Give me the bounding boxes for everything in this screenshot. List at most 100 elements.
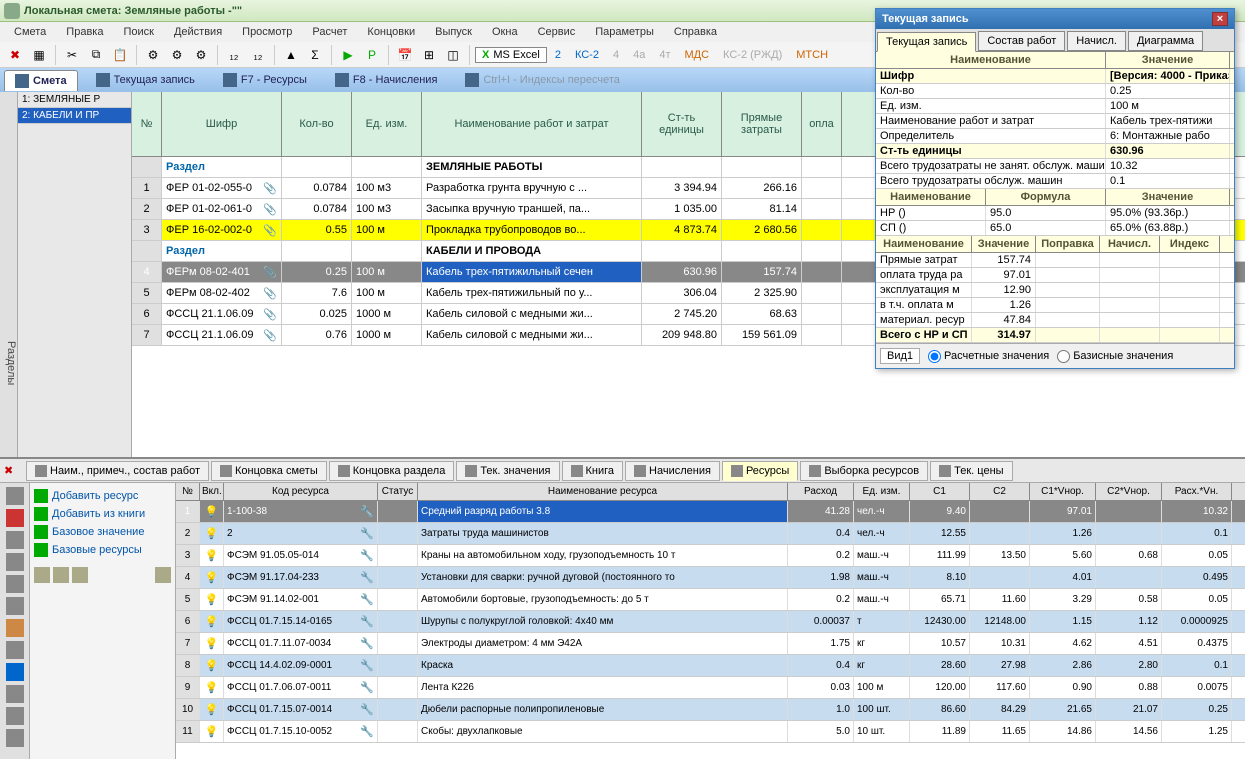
mini-icon[interactable]: [155, 567, 171, 583]
menu-Концовки[interactable]: Концовки: [359, 24, 423, 40]
nav-item[interactable]: 2: КАБЕЛИ И ПР: [18, 108, 131, 124]
menu-Выпуск[interactable]: Выпуск: [427, 24, 480, 40]
detail-row[interactable]: в т.ч. оплата м1.26: [876, 298, 1234, 313]
menu-Действия[interactable]: Действия: [166, 24, 230, 40]
bottom-tab[interactable]: Начисления: [625, 461, 720, 481]
panel-tab[interactable]: Текущая запись: [877, 32, 976, 52]
formula-row[interactable]: СП ()65.065.0% (63.88р.): [876, 221, 1234, 236]
action-link[interactable]: Базовые ресурсы: [34, 541, 171, 559]
side-icon-6[interactable]: [6, 597, 24, 615]
bottom-tab[interactable]: Концовка сметы: [211, 461, 327, 481]
prop-row[interactable]: Определитель6: Монтажные рабо: [876, 129, 1234, 144]
cut-icon[interactable]: ✂: [61, 44, 83, 66]
tab-f7[interactable]: F7 - Ресурсы: [213, 70, 317, 90]
menu-Просмотр[interactable]: Просмотр: [234, 24, 300, 40]
res-header-cell[interactable]: С2*Vнор.: [1096, 483, 1162, 500]
resource-row[interactable]: 1💡1-100-38🔧Средний разряд работы 3.841.2…: [176, 501, 1245, 523]
menu-Расчет[interactable]: Расчет: [304, 24, 355, 40]
res-header-cell[interactable]: Наименование ресурса: [418, 483, 788, 500]
side-icon-3[interactable]: [6, 531, 24, 549]
tool3-icon[interactable]: ⚙: [190, 44, 212, 66]
res-header-cell[interactable]: Код ресурса: [224, 483, 378, 500]
tab-record[interactable]: Текущая запись: [86, 70, 205, 90]
side-icon-5[interactable]: [6, 575, 24, 593]
mini-icon[interactable]: [72, 567, 88, 583]
grid-header-cell[interactable]: Наименование работ и затрат: [422, 92, 642, 156]
bottom-tab[interactable]: Тек. цены: [930, 461, 1012, 481]
detail-row[interactable]: материал. ресур47.84: [876, 313, 1234, 328]
export-mds[interactable]: МДС: [678, 47, 715, 63]
detail-row[interactable]: оплата труда ра97.01: [876, 268, 1234, 283]
detail-row[interactable]: эксплуатация м12.90: [876, 283, 1234, 298]
grid-header-cell[interactable]: опла: [802, 92, 842, 156]
bottom-tab[interactable]: Выборка ресурсов: [800, 461, 928, 481]
panel-titlebar[interactable]: Текущая запись ×: [876, 9, 1234, 29]
resource-row[interactable]: 7💡ФССЦ 01.7.11.07-0034🔧Электроды диаметр…: [176, 633, 1245, 655]
grid-header-cell[interactable]: Ст-ть единицы: [642, 92, 722, 156]
bottom-tab[interactable]: Тек. значения: [456, 461, 559, 481]
p-icon[interactable]: P: [361, 44, 383, 66]
resource-row[interactable]: 6💡ФССЦ 01.7.15.14-0165🔧Шурупы с полукруг…: [176, 611, 1245, 633]
delete-icon[interactable]: ✖: [4, 44, 26, 66]
prop-row[interactable]: Всего трудозатраты обслуж. машин0.1: [876, 174, 1234, 189]
export-kc2[interactable]: КС-2: [569, 47, 605, 63]
action-link[interactable]: Базовое значение: [34, 523, 171, 541]
view-label[interactable]: Вид1: [880, 348, 920, 364]
ms-excel-button[interactable]: XMS Excel: [475, 47, 547, 63]
paste-icon[interactable]: 📋: [109, 44, 131, 66]
num2-icon[interactable]: ₁₂: [247, 44, 269, 66]
menu-Смета[interactable]: Смета: [6, 24, 54, 40]
prop-row[interactable]: Ст-ть единицы630.96: [876, 144, 1234, 159]
res-header-cell[interactable]: Статус: [378, 483, 418, 500]
prop-row[interactable]: Шифр[Версия: 4000 - Приказ № 1039. ФЕРм …: [876, 69, 1234, 84]
side-icon-10[interactable]: [6, 685, 24, 703]
menu-Параметры[interactable]: Параметры: [587, 24, 662, 40]
nav-item[interactable]: 1: ЗЕМЛЯНЫЕ Р: [18, 92, 131, 108]
prop-row[interactable]: Ед. изм.100 м: [876, 99, 1234, 114]
table-icon[interactable]: ⊞: [418, 44, 440, 66]
copy-icon[interactable]: ⧉: [85, 44, 107, 66]
run-icon[interactable]: ▶: [337, 44, 359, 66]
panel-tab[interactable]: Диаграмма: [1128, 31, 1203, 51]
action-link[interactable]: Добавить из книги: [34, 505, 171, 523]
side-icon-7[interactable]: [6, 619, 24, 637]
menu-Правка[interactable]: Правка: [58, 24, 111, 40]
resource-row[interactable]: 11💡ФССЦ 01.7.15.10-0052🔧Скобы: двухлапко…: [176, 721, 1245, 743]
res-header-cell[interactable]: Вкл.: [200, 483, 224, 500]
resource-row[interactable]: 4💡ФСЭМ 91.17.04-233🔧Установки для сварки…: [176, 567, 1245, 589]
grid-header-cell[interactable]: №: [132, 92, 162, 156]
menu-Сервис[interactable]: Сервис: [530, 24, 584, 40]
export-mtsn[interactable]: МТСН: [790, 47, 834, 63]
form-icon[interactable]: ▦: [28, 44, 50, 66]
res-header-cell[interactable]: Расход: [788, 483, 854, 500]
panel-tab[interactable]: Состав работ: [978, 31, 1065, 51]
mini-icon[interactable]: [53, 567, 69, 583]
tab-sheet[interactable]: Смета: [4, 70, 78, 91]
calc-values-radio[interactable]: Расчетные значения: [928, 350, 1049, 363]
side-icon-1[interactable]: [6, 487, 24, 505]
date-icon[interactable]: 📅: [394, 44, 416, 66]
detail-row[interactable]: Прямые затрат157.74: [876, 253, 1234, 268]
side-icon-12[interactable]: [6, 729, 24, 747]
resource-row[interactable]: 8💡ФССЦ 14.4.02.09-0001🔧Краска0.4кг28.602…: [176, 655, 1245, 677]
grid-header-cell[interactable]: Шифр: [162, 92, 282, 156]
side-icon-9[interactable]: [6, 663, 24, 681]
grid-header-cell[interactable]: Прямые затраты: [722, 92, 802, 156]
side-icon-8[interactable]: [6, 641, 24, 659]
grid-header-cell[interactable]: Ед. изм.: [352, 92, 422, 156]
prop-row[interactable]: Всего трудозатраты не занят. обслуж. маш…: [876, 159, 1234, 174]
resource-row[interactable]: 5💡ФСЭМ 91.14.02-001🔧Автомобили бортовые,…: [176, 589, 1245, 611]
prop-row[interactable]: Наименование работ и затратКабель трех-п…: [876, 114, 1234, 129]
panel-tab[interactable]: Начисл.: [1067, 31, 1126, 51]
resource-row[interactable]: 9💡ФССЦ 01.7.06.07-0011🔧Лента К2260.03100…: [176, 677, 1245, 699]
num1-icon[interactable]: ₁₂: [223, 44, 245, 66]
side-icon-2[interactable]: [6, 509, 24, 527]
res-header-cell[interactable]: С1: [910, 483, 970, 500]
menu-Окна[interactable]: Окна: [484, 24, 526, 40]
formula-row[interactable]: НР ()95.095.0% (93.36р.): [876, 206, 1234, 221]
export-2[interactable]: 2: [549, 47, 567, 63]
res-header-cell[interactable]: Ед. изм.: [854, 483, 910, 500]
close-icon[interactable]: ×: [1212, 12, 1228, 26]
bottom-tab[interactable]: Наим., примеч., состав работ: [26, 461, 209, 481]
base-values-radio[interactable]: Базисные значения: [1057, 350, 1173, 363]
